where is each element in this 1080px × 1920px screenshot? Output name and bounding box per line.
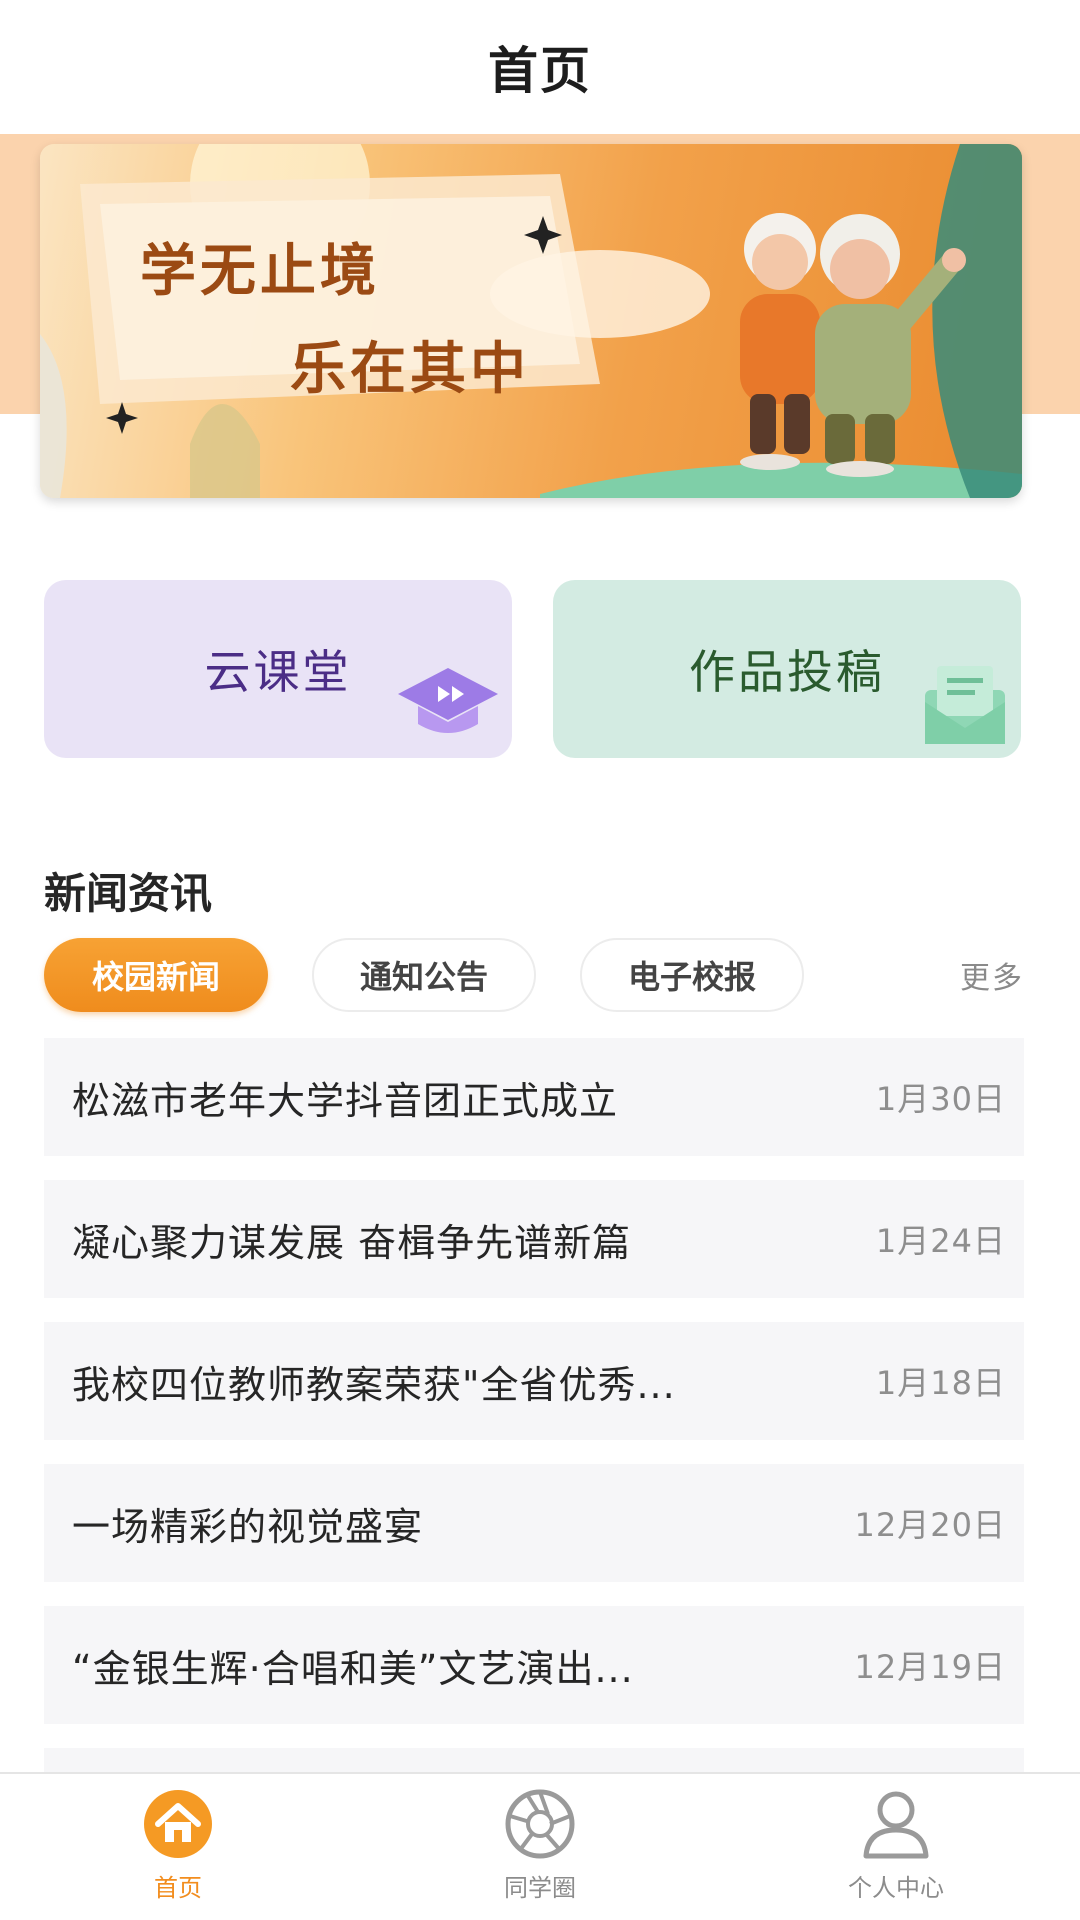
aperture-icon xyxy=(504,1788,576,1864)
cloud-classroom-card[interactable]: 云课堂 xyxy=(44,580,512,758)
tabbar-classmates[interactable]: 同学圈 xyxy=(440,1774,640,1920)
news-list-item[interactable]: 一场精彩的视觉盛宴 12月20日 xyxy=(44,1464,1024,1582)
bottom-tab-bar: 首页 同学圈 个人中心 xyxy=(0,1772,1080,1920)
news-title: 我校四位教师教案荣获"全省优秀... xyxy=(72,1362,676,1407)
news-date: 1月18日 xyxy=(875,1364,1006,1402)
tab-notices[interactable]: 通知公告 xyxy=(312,938,536,1012)
news-date: 1月30日 xyxy=(875,1080,1006,1118)
tabbar-classmates-label: 同学圈 xyxy=(504,1874,576,1902)
news-tabs: 校园新闻 通知公告 电子校报 更多 xyxy=(44,938,1034,1012)
news-title: 一场精彩的视觉盛宴 xyxy=(72,1504,424,1549)
page-title: 首页 xyxy=(488,42,592,100)
news-title: 松滋市老年大学抖音团正式成立 xyxy=(72,1078,619,1123)
news-section-title: 新闻资讯 xyxy=(44,869,213,918)
news-date: 1月24日 xyxy=(875,1222,1006,1260)
tabbar-profile[interactable]: 个人中心 xyxy=(796,1774,996,1920)
more-link[interactable]: 更多 xyxy=(960,938,1024,1012)
submit-works-card[interactable]: 作品投稿 xyxy=(553,580,1021,758)
home-icon xyxy=(142,1788,214,1864)
news-date: 12月20日 xyxy=(854,1506,1006,1544)
news-list-item[interactable]: 松滋市老年大学抖音团正式成立 1月30日 xyxy=(44,1038,1024,1156)
news-list-item[interactable]: 我校四位教师教案荣获"全省优秀... 1月18日 xyxy=(44,1322,1024,1440)
banner-illustration xyxy=(40,144,1022,498)
user-icon xyxy=(860,1788,932,1864)
banner-slogan-line2: 乐在其中 xyxy=(290,337,530,402)
app-header: 首页 xyxy=(0,0,1080,134)
banner-slogan-line1: 学无止境 xyxy=(140,239,380,304)
news-list-item[interactable]: “金银生辉·合唱和美”文艺演出... 12月19日 xyxy=(44,1606,1024,1724)
news-date: 12月19日 xyxy=(854,1648,1006,1686)
tabbar-profile-label: 个人中心 xyxy=(848,1874,944,1902)
news-title: 凝心聚力谋发展 奋楫争先谱新篇 xyxy=(72,1220,632,1265)
tab-e-newspaper[interactable]: 电子校报 xyxy=(580,938,804,1012)
tabbar-home-label: 首页 xyxy=(154,1874,202,1902)
tabbar-home[interactable]: 首页 xyxy=(78,1774,278,1920)
envelope-icon xyxy=(921,662,1009,750)
news-list-item[interactable]: 凝心聚力谋发展 奋楫争先谱新篇 1月24日 xyxy=(44,1180,1024,1298)
banner-carousel[interactable]: 学无止境 乐在其中 xyxy=(40,144,1022,498)
news-title: “金银生辉·合唱和美”文艺演出... xyxy=(72,1646,634,1691)
graduation-cap-icon xyxy=(396,662,500,750)
tab-campus-news[interactable]: 校园新闻 xyxy=(44,938,268,1012)
